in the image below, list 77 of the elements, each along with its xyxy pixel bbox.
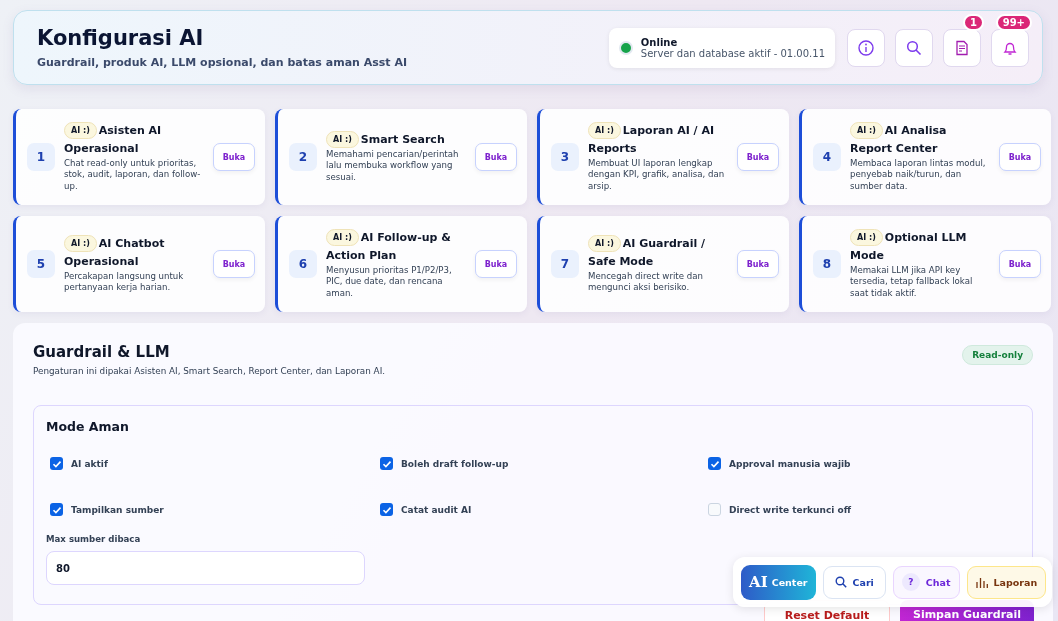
feature-title: AI :) Laporan AI / AI Reports [588,121,716,157]
number-chip: 3 [551,143,579,171]
number-chip: 4 [813,143,841,171]
checkbox[interactable] [708,503,721,516]
group-title: Mode Aman [46,419,130,434]
checkbox[interactable] [380,503,393,516]
checkbox-label: Direct write terkunci off [729,504,851,515]
search-icon [906,39,922,56]
checkbox[interactable] [50,503,63,516]
search-button[interactable]: Cari [822,565,886,599]
bell-button[interactable] [991,28,1029,67]
ai-tag: AI :) [850,228,883,246]
ai-center-button[interactable]: AI Center [741,564,816,600]
feature-title: AI :) AI Follow-up & Action Plan [326,228,452,264]
search-icon [834,576,847,588]
checkbox-label: Catat audit AI [401,504,472,515]
open-button[interactable]: Buka [475,250,517,278]
ai-tag: AI :) [326,228,359,246]
number-chip: 1 [27,143,55,171]
number-chip: 5 [27,250,55,278]
checkbox-label: Boleh draft follow-up [401,458,509,469]
open-button[interactable]: Buka [737,143,779,171]
feature-title: AI :) AI Analisa Report Center [850,121,948,157]
number-chip: 6 [289,250,317,278]
field-label: Max sumber dibaca [46,534,142,544]
feature-title: AI :) Optional LLM Mode [850,228,968,264]
status-label: Online [640,36,679,48]
open-button[interactable]: Buka [999,143,1041,171]
open-button[interactable]: Buka [737,250,779,278]
feature-description: Menyusun prioritas P1/P2/P3, PIC, due date, dan rencana aman. [326,264,453,300]
ai-tag: AI :) [588,121,621,139]
status-detail: Server dan database aktif - 01.00.11 [640,47,825,59]
ai-tag: AI :) [326,130,359,148]
feature-description: Membaca laporan lintas modul, penyebab naik/turun, dan sumber data. [850,157,987,193]
checkbox[interactable] [380,457,393,470]
number-chip: 2 [289,143,317,171]
ai-tag: AI :) [850,121,883,139]
open-button[interactable]: Buka [999,250,1041,278]
info-button[interactable] [847,28,885,67]
checkbox-label: Tampilkan sumber [71,504,164,515]
number-field[interactable]: 80 [46,551,365,585]
checkbox[interactable] [50,457,63,470]
document-icon [954,39,970,56]
feature-description: Memakai LLM jika API key tersedia, tetap fallback lokal saat tidak aktif. [850,264,974,300]
bar-chart-icon [975,576,988,588]
section-title: Guardrail & LLM [33,343,171,361]
checkbox[interactable] [708,457,721,470]
report-button[interactable]: Laporan [966,565,1047,599]
number-chip: 7 [551,250,579,278]
feature-title: AI :) AI Guardrail / Safe Mode [588,234,707,270]
checkbox-label: AI aktif [71,458,108,469]
feature-title: AI :) AI Chatbot Operasional [64,234,166,270]
number-chip: 8 [813,250,841,278]
open-button[interactable]: Buka [475,143,517,171]
feature-title: AI :) Asisten AI Operasional [64,121,163,157]
page-subtitle: Guardrail, produk AI, LLM opsional, dan batas aman Asst AI [37,56,407,69]
feature-description: Chat read-only untuk prioritas, stok, audit, laporan, dan follow-up. [64,157,202,193]
feature-description: Membuat UI laporan lengkap dengan KPI, grafik, analisa, dan arsip. [588,157,726,193]
document-button[interactable] [943,28,981,67]
page-title: Konfigurasi AI [37,26,205,50]
open-button[interactable]: Buka [213,143,255,171]
feature-description: Mencegah direct write dan mengunci aksi berisiko. [588,270,704,294]
info-icon [858,39,874,56]
search-button[interactable] [895,28,933,67]
read-only-badge: Read-only [962,345,1033,365]
ai-tag: AI :) [64,121,97,139]
section-subtitle: Pengaturan ini dipakai Asisten AI, Smart Search, Report Center, dan Laporan AI. [33,366,386,376]
checkbox-label: Approval manusia wajib [729,458,851,469]
count-badge: 99+ [995,13,1032,31]
feature-description: Memahami pencarian/perintah lalu membuka workflow yang sesuai. [326,148,460,184]
count-badge: 1 [963,13,984,31]
ai-tag: AI :) [64,234,97,252]
ai-tag: AI :) [588,234,621,252]
feature-title: AI :) Smart Search [326,130,466,149]
feature-description: Percakapan langsung untuk pertanyaan kerja harian. [64,270,185,294]
chat-button[interactable]: ? Chat [892,565,960,599]
open-button[interactable]: Buka [213,250,255,278]
